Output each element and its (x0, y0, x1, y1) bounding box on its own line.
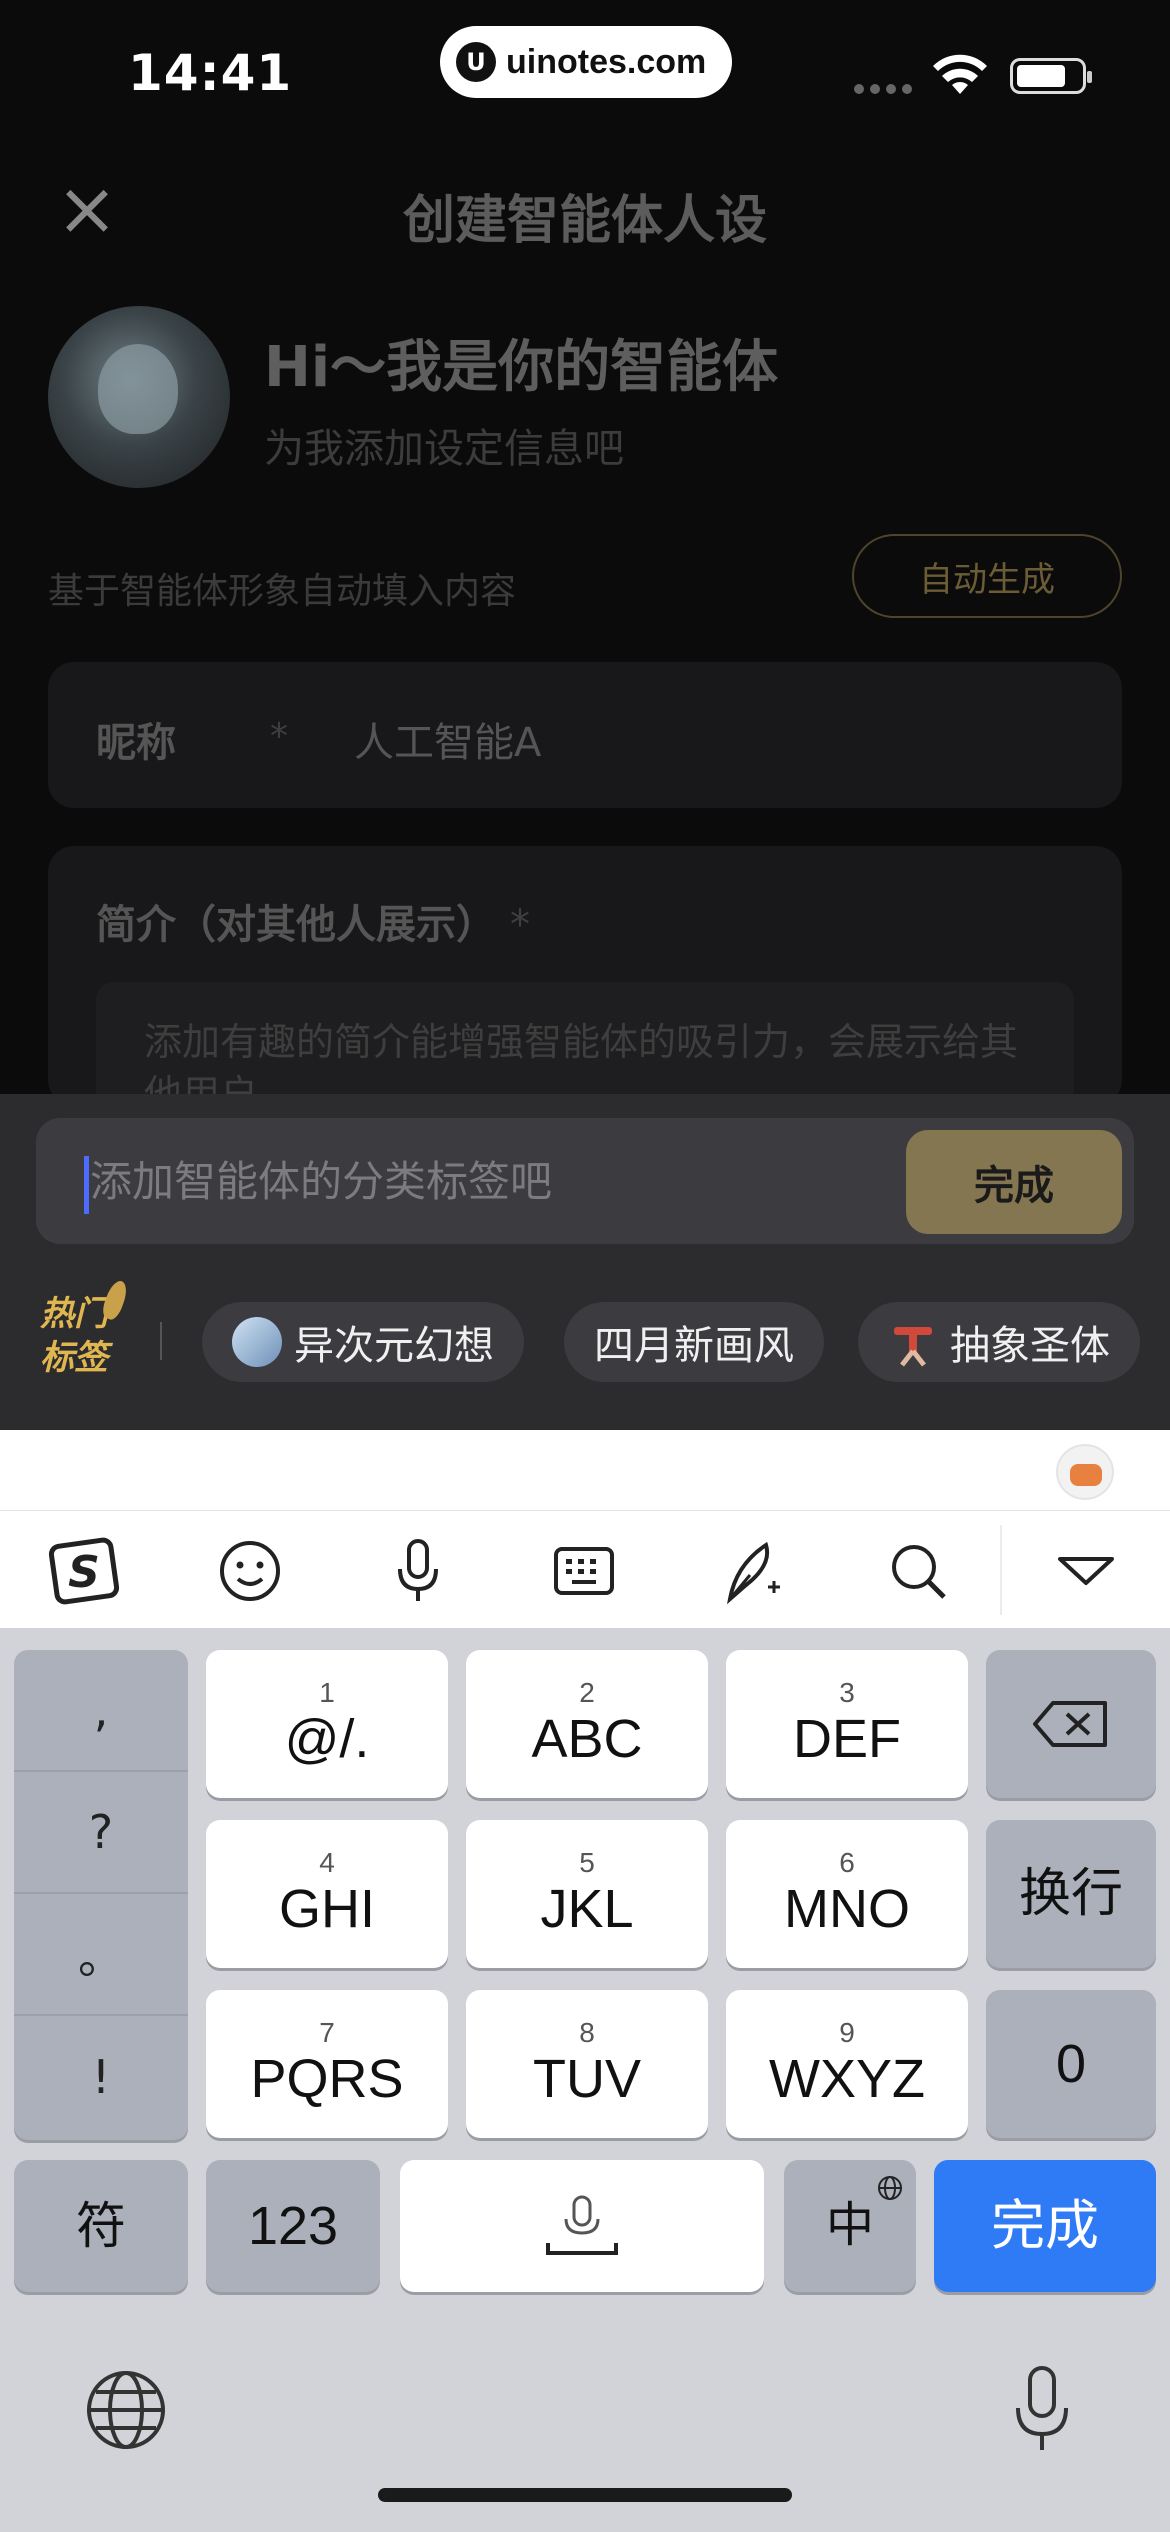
auto-generate-button[interactable]: 自动生成 (852, 534, 1122, 618)
punct-key[interactable]: 。 (14, 1894, 188, 2016)
dictation-icon[interactable] (1006, 2364, 1078, 2456)
uinotes-logo-icon: U (456, 42, 496, 82)
url-pill: U uinotes.com (440, 26, 732, 98)
divider (160, 1322, 162, 1360)
key-7[interactable]: 7 PQRS (206, 1990, 448, 2138)
required-mark: * (509, 902, 530, 948)
home-indicator (378, 2488, 792, 2502)
greeting-title: Hi～我是你的智能体 (264, 335, 779, 400)
sogou-logo-icon[interactable]: S (48, 1535, 120, 1607)
keyboard-done-button[interactable]: 完成 (934, 2160, 1156, 2292)
nav-bar: × 创建智能体人设 (0, 160, 1170, 260)
url-text: uinotes.com (506, 42, 707, 81)
tag-chip[interactable]: 抽象圣体 (858, 1302, 1140, 1382)
auto-fill-description: 基于智能体形象自动填入内容 (48, 571, 517, 612)
punct-key[interactable]: , (14, 1650, 188, 1772)
microphone-icon[interactable] (382, 1535, 454, 1607)
anime-girl-icon (232, 1317, 282, 1367)
bio-label: 简介（对其他人展示） * (96, 902, 530, 948)
punct-key[interactable]: ? (14, 1772, 188, 1894)
greeting-subtitle: 为我添加设定信息吧 (264, 426, 624, 472)
text-caret (84, 1156, 89, 1214)
tag-chip[interactable]: 异次元幻想 (202, 1302, 524, 1382)
battery-icon (1010, 58, 1092, 94)
globe-small-icon (878, 2176, 902, 2200)
key-8[interactable]: 8 TUV (466, 1990, 708, 2138)
status-time: 14:41 (128, 44, 293, 102)
tag-chip[interactable]: 四月新画风 (564, 1302, 824, 1382)
backspace-key[interactable] (986, 1650, 1156, 1798)
tag-input-panel: 完成 热门 标签 异次元幻想 四月新画风 抽象圣体 (0, 1094, 1170, 1430)
keyboard: , ? 。 ! 1 @/. 2 ABC 3 DEF 4 GHI 5 JKL 6 MNO 换行… (0, 1628, 1170, 2532)
signal-icon (854, 84, 912, 94)
numbers-key[interactable]: 123 (206, 2160, 380, 2292)
emoji-icon[interactable] (214, 1535, 286, 1607)
required-mark: * (270, 716, 288, 757)
key-4[interactable]: 4 GHI (206, 1820, 448, 1968)
tag-input-box: 完成 (36, 1118, 1134, 1244)
symbols-key[interactable]: 符 (14, 2160, 188, 2292)
key-5[interactable]: 5 JKL (466, 1820, 708, 1968)
voice-space-icon (546, 2195, 618, 2255)
bio-card: 简介（对其他人展示） * 添加有趣的简介能增强智能体的吸引力，会展示给其他用户 (48, 846, 1122, 1106)
nickname-label: 昵称 (96, 720, 176, 766)
key-0[interactable]: 0 (986, 1990, 1156, 2138)
agent-avatar[interactable] (48, 306, 230, 488)
newline-key[interactable]: 换行 (986, 1820, 1156, 1968)
figure-icon (888, 1317, 938, 1367)
key-1[interactable]: 1 @/. (206, 1650, 448, 1798)
quill-ai-icon[interactable] (716, 1535, 788, 1607)
key-3[interactable]: 3 DEF (726, 1650, 968, 1798)
globe-icon[interactable] (84, 2368, 168, 2452)
space-key[interactable] (400, 2160, 764, 2292)
status-bar: 14:41 U uinotes.com (0, 0, 1170, 150)
punct-key[interactable]: ! (14, 2016, 188, 2138)
keyboard-icon[interactable] (548, 1535, 620, 1607)
mascot-icon[interactable] (1056, 1444, 1114, 1500)
collapse-keyboard-icon[interactable] (1050, 1535, 1122, 1607)
wifi-icon (933, 54, 987, 94)
divider (1000, 1525, 1002, 1615)
background-page: 14:41 U uinotes.com × 创建智能体人设 Hi～我是你的智能体… (0, 0, 1170, 1106)
page-title: 创建智能体人设 (402, 191, 767, 251)
nickname-card: 昵称 * 人工智能A (48, 662, 1122, 808)
punctuation-column[interactable]: , ? 。 ! (14, 1650, 188, 2140)
keyboard-candidate-bar (0, 1430, 1170, 1510)
language-key[interactable]: 中 (784, 2160, 916, 2292)
keyboard-toolbar: S (0, 1510, 1170, 1628)
svg-text:S: S (68, 1547, 100, 1598)
key-2[interactable]: 2 ABC (466, 1650, 708, 1798)
bio-textarea[interactable]: 添加有趣的简介能增强智能体的吸引力，会展示给其他用户 (96, 982, 1074, 1106)
backspace-icon (1033, 1701, 1107, 1747)
key-6[interactable]: 6 MNO (726, 1820, 968, 1968)
tag-done-button[interactable]: 完成 (906, 1130, 1122, 1234)
key-9[interactable]: 9 WXYZ (726, 1990, 968, 2138)
tag-input[interactable] (90, 1148, 890, 1214)
search-icon[interactable] (882, 1535, 954, 1607)
nickname-field[interactable]: 人工智能A (354, 710, 541, 768)
